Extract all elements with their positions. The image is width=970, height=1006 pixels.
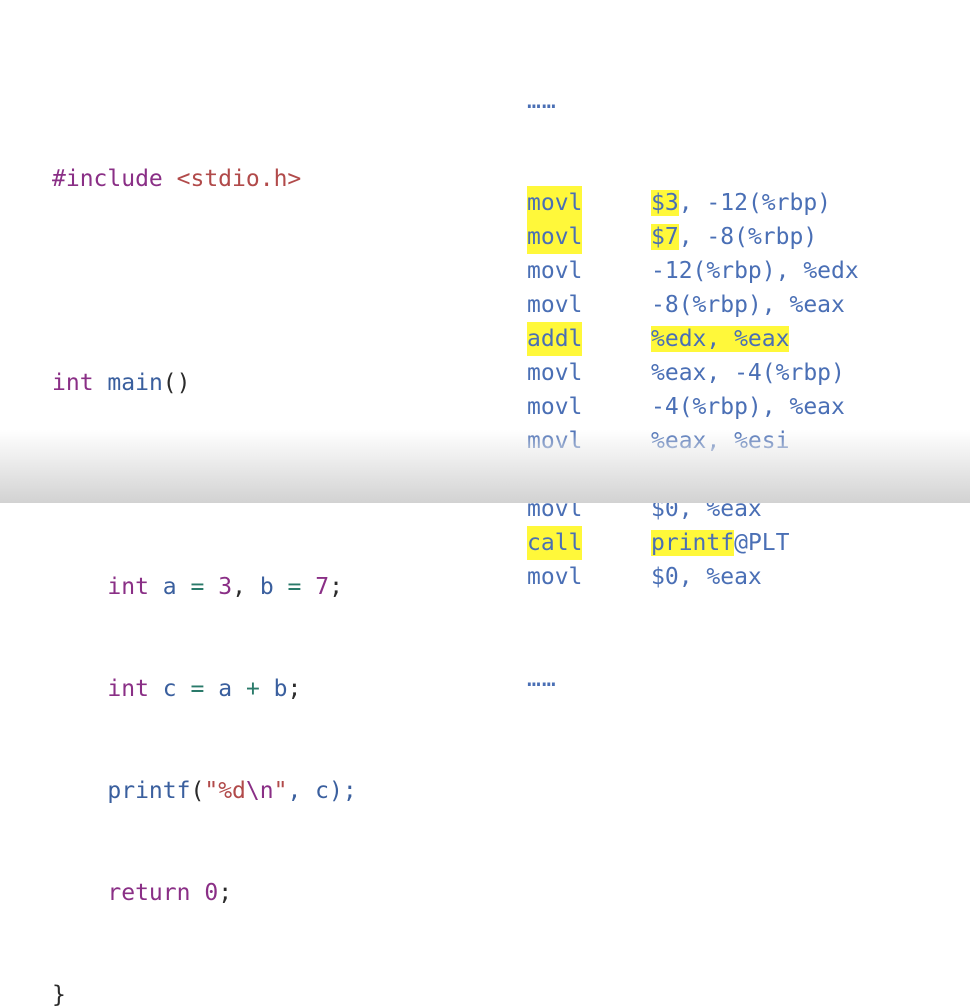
asm-operands: $7, -8(%rbp) xyxy=(651,220,817,254)
close-brace: } xyxy=(52,982,66,1006)
asm-instruction-row: addl %edx, %eax xyxy=(527,322,790,356)
asm-mnemonic: movl xyxy=(527,496,583,522)
asm-mnemonic: call xyxy=(527,526,583,560)
literal-3: 3 xyxy=(218,574,233,600)
asm-instruction-row: movl $7, -8(%rbp) xyxy=(527,220,817,254)
asm-operand-rest: -8(%rbp), %eax xyxy=(651,292,845,318)
asm-operand-highlighted: %edx, %eax xyxy=(651,326,790,352)
include-header: <stdio.h> xyxy=(176,166,302,192)
asm-mnemonic: movl xyxy=(527,428,583,454)
assign-op: = xyxy=(190,574,205,600)
asm-operand-rest: , -12(%rbp) xyxy=(678,190,832,216)
format-string-start: "%d xyxy=(204,778,246,804)
asm-operand-highlighted: $7 xyxy=(651,224,679,250)
ellipsis-top: …… xyxy=(527,88,557,114)
return-value: 0 xyxy=(204,880,219,906)
main-return-type: int xyxy=(52,370,94,396)
semicolon: ; xyxy=(329,574,343,600)
include-directive: #include xyxy=(52,166,163,192)
assign-op: = xyxy=(190,676,205,702)
semicolon: ; xyxy=(218,880,233,906)
var-a: a xyxy=(162,574,177,600)
asm-mnemonic: movl xyxy=(527,360,583,386)
asm-operands: %edx, %eax xyxy=(651,322,790,356)
main-function-name: main xyxy=(107,370,163,396)
asm-instruction-row: movl %eax, -4(%rbp) xyxy=(527,356,845,390)
asm-instruction-row: movl -8(%rbp), %eax xyxy=(527,288,845,322)
asm-mnemonic: movl xyxy=(527,394,583,420)
asm-operand-rest: %eax, %esi xyxy=(651,428,790,454)
asm-operand-highlighted: $3 xyxy=(651,190,679,216)
var-b: b xyxy=(259,574,274,600)
asm-operands: $3, -12(%rbp) xyxy=(651,186,831,220)
var-c: c xyxy=(162,676,177,702)
assembly-listing: …… movl $3, -12(%rbp) movl $7, -8(%rbp) movl… xyxy=(527,16,873,730)
c-source-code: #include <stdio.h> int main() { int a = … xyxy=(52,94,357,1006)
include-line: #include <stdio.h> xyxy=(52,162,357,196)
asm-operands: -12(%rbp), %edx xyxy=(651,254,859,288)
asm-mnemonic: movl xyxy=(527,220,583,254)
open-brace: { xyxy=(52,472,66,498)
open-paren: ( xyxy=(190,778,205,804)
asm-operands: %eax, %esi xyxy=(651,424,789,458)
asm-operands: -4(%rbp), %eax xyxy=(651,390,845,424)
asm-operand-highlighted: printf xyxy=(651,530,735,556)
asm-instruction-row: movl $3, -12(%rbp) xyxy=(527,186,831,220)
newline-escape: \n xyxy=(245,778,274,804)
asm-operand-rest: $0, %eax xyxy=(651,496,762,522)
open-brace-line: { xyxy=(52,468,357,502)
format-string-end: " xyxy=(273,778,288,804)
decl-type: int xyxy=(107,574,149,600)
asm-mnemonic: movl xyxy=(527,258,583,284)
main-parens: () xyxy=(162,370,191,396)
return-keyword: return xyxy=(107,880,191,906)
asm-operand-rest: $0, %eax xyxy=(651,564,762,590)
asm-operand-rest: %eax, -4(%rbp) xyxy=(651,360,845,386)
sum-line: int c = a + b; xyxy=(52,672,357,706)
asm-instruction-row: movl $0, %eax xyxy=(527,560,762,594)
assembly-rows: movl $3, -12(%rbp) movl $7, -8(%rbp) movl -12… xyxy=(527,186,873,594)
asm-mnemonic: movl xyxy=(527,186,583,220)
asm-mnemonic: movl xyxy=(527,292,583,318)
asm-mnemonic: movl xyxy=(527,564,583,590)
asm-operands: $0, %eax xyxy=(651,560,762,594)
var-a: a xyxy=(218,676,233,702)
close-brace-line: } xyxy=(52,978,357,1006)
printf-line: printf("%d\n", c); xyxy=(52,774,357,808)
asm-instruction-row: leaq .LC0(%rip), %rdi xyxy=(527,458,873,492)
literal-7: 7 xyxy=(315,574,330,600)
var-b: b xyxy=(273,676,288,702)
asm-instruction-row: movl %eax, %esi xyxy=(527,424,789,458)
declaration-line: int a = 3, b = 7; xyxy=(52,570,357,604)
plus-op: + xyxy=(245,676,260,702)
return-line: return 0; xyxy=(52,876,357,910)
asm-operands: printf@PLT xyxy=(651,526,789,560)
printf-call: printf xyxy=(107,778,191,804)
asm-operands: .LC0(%rip), %rdi xyxy=(651,458,873,492)
asm-instruction-row: movl $0, %eax xyxy=(527,492,762,526)
assign-op: = xyxy=(287,574,302,600)
ellipsis-bottom: …… xyxy=(527,666,557,692)
asm-operands: -8(%rbp), %eax xyxy=(651,288,845,322)
asm-operand-rest: .LC0(%rip), %rdi xyxy=(651,462,873,488)
asm-operands: $0, %eax xyxy=(651,492,762,526)
asm-mnemonic: addl xyxy=(527,322,583,356)
printf-args: , c); xyxy=(287,778,357,804)
asm-operands: %eax, -4(%rbp) xyxy=(651,356,845,390)
semicolon: ; xyxy=(287,676,302,702)
asm-operand-rest: @PLT xyxy=(734,530,790,556)
asm-instruction-row: movl -12(%rbp), %edx xyxy=(527,254,859,288)
asm-operand-rest: -4(%rbp), %eax xyxy=(651,394,845,420)
asm-operand-rest: , -8(%rbp) xyxy=(678,224,818,250)
asm-operand-rest: -12(%rbp), %edx xyxy=(651,258,859,284)
asm-instruction-row: movl -4(%rbp), %eax xyxy=(527,390,845,424)
comma: , xyxy=(232,574,246,600)
sum-type: int xyxy=(107,676,149,702)
asm-instruction-row: call printf@PLT xyxy=(527,526,789,560)
main-signature-line: int main() xyxy=(52,366,357,400)
asm-mnemonic: leaq xyxy=(527,462,583,488)
